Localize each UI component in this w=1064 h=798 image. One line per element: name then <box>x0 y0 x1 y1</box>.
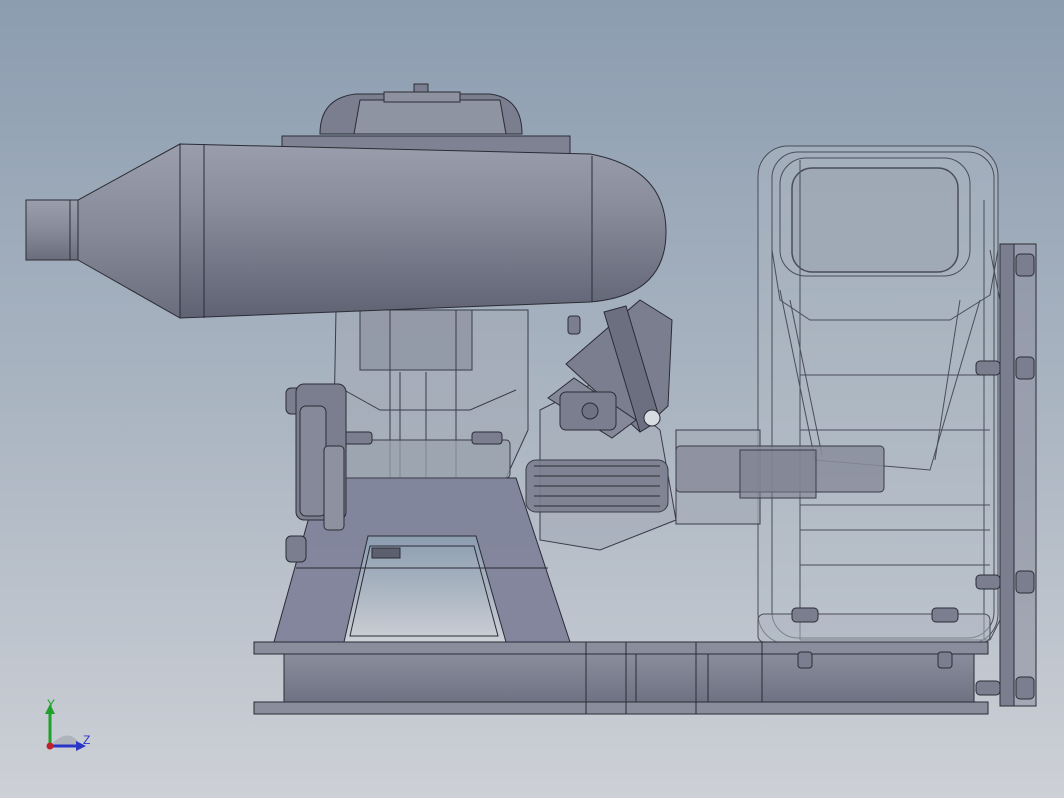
spark-plug <box>413 83 429 93</box>
triad-origin <box>46 742 54 750</box>
base-plate[interactable] <box>253 641 989 715</box>
engine-block[interactable] <box>329 309 529 479</box>
side-cover[interactable] <box>295 383 347 531</box>
y-axis-label: Y <box>47 697 56 711</box>
cad-viewport[interactable]: Y Z <box>0 0 1064 798</box>
carb-screw <box>581 402 599 420</box>
orientation-triad[interactable]: Y Z <box>38 698 98 758</box>
throttle-pivot <box>643 409 661 427</box>
engine-assembly-model[interactable] <box>0 0 1064 798</box>
transparent-housing[interactable] <box>757 145 1001 645</box>
z-axis-label: Z <box>83 733 91 747</box>
